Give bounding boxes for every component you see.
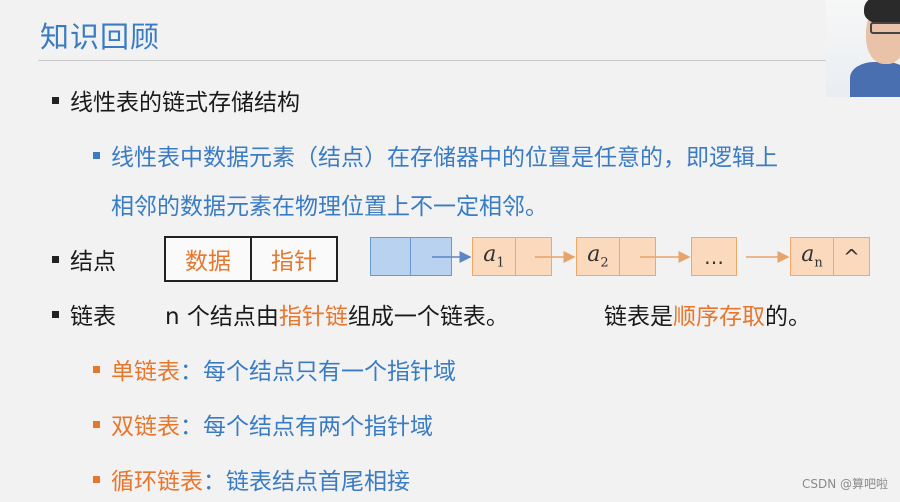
type-singly-linked: 单链表：每个结点只有一个指针域 (111, 359, 456, 385)
linked-list-label: 链表 (70, 304, 116, 330)
orange-bullet-icon (93, 476, 100, 483)
orange-bullet-icon (93, 366, 100, 373)
type-circular-linked: 循环链表：链表结点首尾相接 (111, 469, 410, 495)
sequential-access-note: 链表是顺序存取的。 (604, 304, 811, 330)
linked-list-description: n 个结点由指针链组成一个链表。 (165, 304, 509, 330)
watermark: CSDN @算吧啦 (801, 477, 888, 491)
bullet-icon (52, 311, 59, 318)
type-doubly-linked: 双链表：每个结点有两个指针域 (111, 414, 433, 440)
orange-bullet-icon (93, 421, 100, 428)
